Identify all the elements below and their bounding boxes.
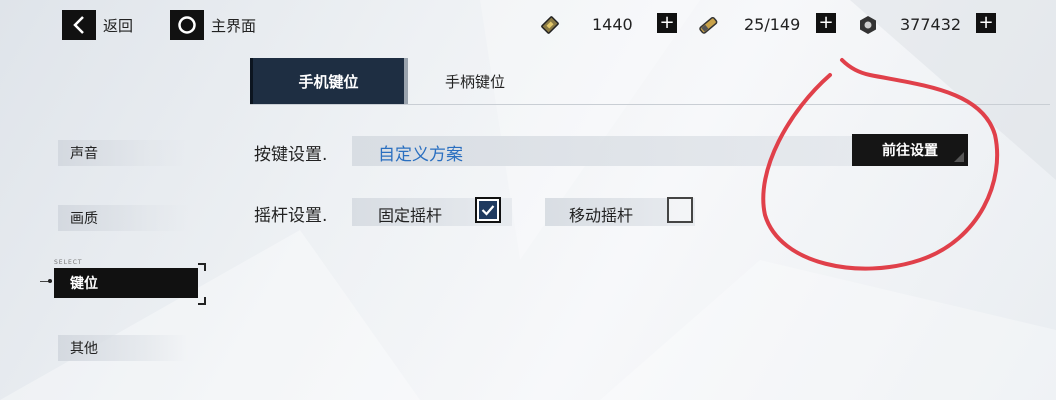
select-tag: SELECT xyxy=(54,259,83,266)
ammo-icon xyxy=(696,13,720,37)
back-button[interactable] xyxy=(62,10,96,40)
bracket-bottom-right xyxy=(198,297,206,305)
hex-nut-icon xyxy=(856,13,880,37)
fixed-stick-label[interactable]: 固定摇杆 xyxy=(378,202,442,226)
add-ammo-button[interactable]: + xyxy=(816,13,836,33)
home-button[interactable] xyxy=(170,10,204,40)
sidebar-item-graphics[interactable]: 画质 xyxy=(58,205,188,231)
resource-nut xyxy=(856,10,880,40)
resource-ticket-value: 1440 xyxy=(592,15,633,34)
resource-nut-value: 377432 xyxy=(900,15,962,34)
chevron-left-icon xyxy=(73,16,84,34)
sidebar-item-other[interactable]: 其他 xyxy=(58,335,188,361)
resource-ammo-value: 25/149 xyxy=(744,15,801,34)
resource-ammo xyxy=(696,10,720,40)
sidebar-item-keys[interactable]: 键位 xyxy=(54,268,198,298)
ticket-icon xyxy=(538,13,562,37)
add-nut-button[interactable]: + xyxy=(976,13,996,33)
back-label[interactable]: 返回 xyxy=(103,15,133,36)
bracket-top-right xyxy=(198,263,206,271)
tab-phone-keys[interactable]: 手机键位 xyxy=(250,58,408,104)
checkmark-icon xyxy=(481,205,495,216)
circle-icon xyxy=(178,16,196,34)
stick-settings-label: 摇杆设置. xyxy=(254,206,328,226)
red-annotation-circle xyxy=(761,58,1000,271)
resource-ticket xyxy=(538,10,562,40)
tab-controller-keys[interactable]: 手柄键位 xyxy=(410,58,540,104)
add-ticket-button[interactable]: + xyxy=(657,13,677,33)
selection-dot xyxy=(48,279,52,283)
home-label[interactable]: 主界面 xyxy=(211,15,256,36)
move-stick-label[interactable]: 移动摇杆 xyxy=(569,202,633,226)
sidebar-item-sound[interactable]: 声音 xyxy=(58,140,188,166)
fixed-stick-checkbox[interactable] xyxy=(475,197,501,223)
move-stick-checkbox[interactable] xyxy=(667,197,693,223)
key-settings-label: 按键设置. xyxy=(254,145,328,165)
top-bar: 返回 主界面 1440 + 25/149 + 377432 + xyxy=(0,0,1056,50)
key-scheme-value: 自定义方案 xyxy=(378,145,463,165)
